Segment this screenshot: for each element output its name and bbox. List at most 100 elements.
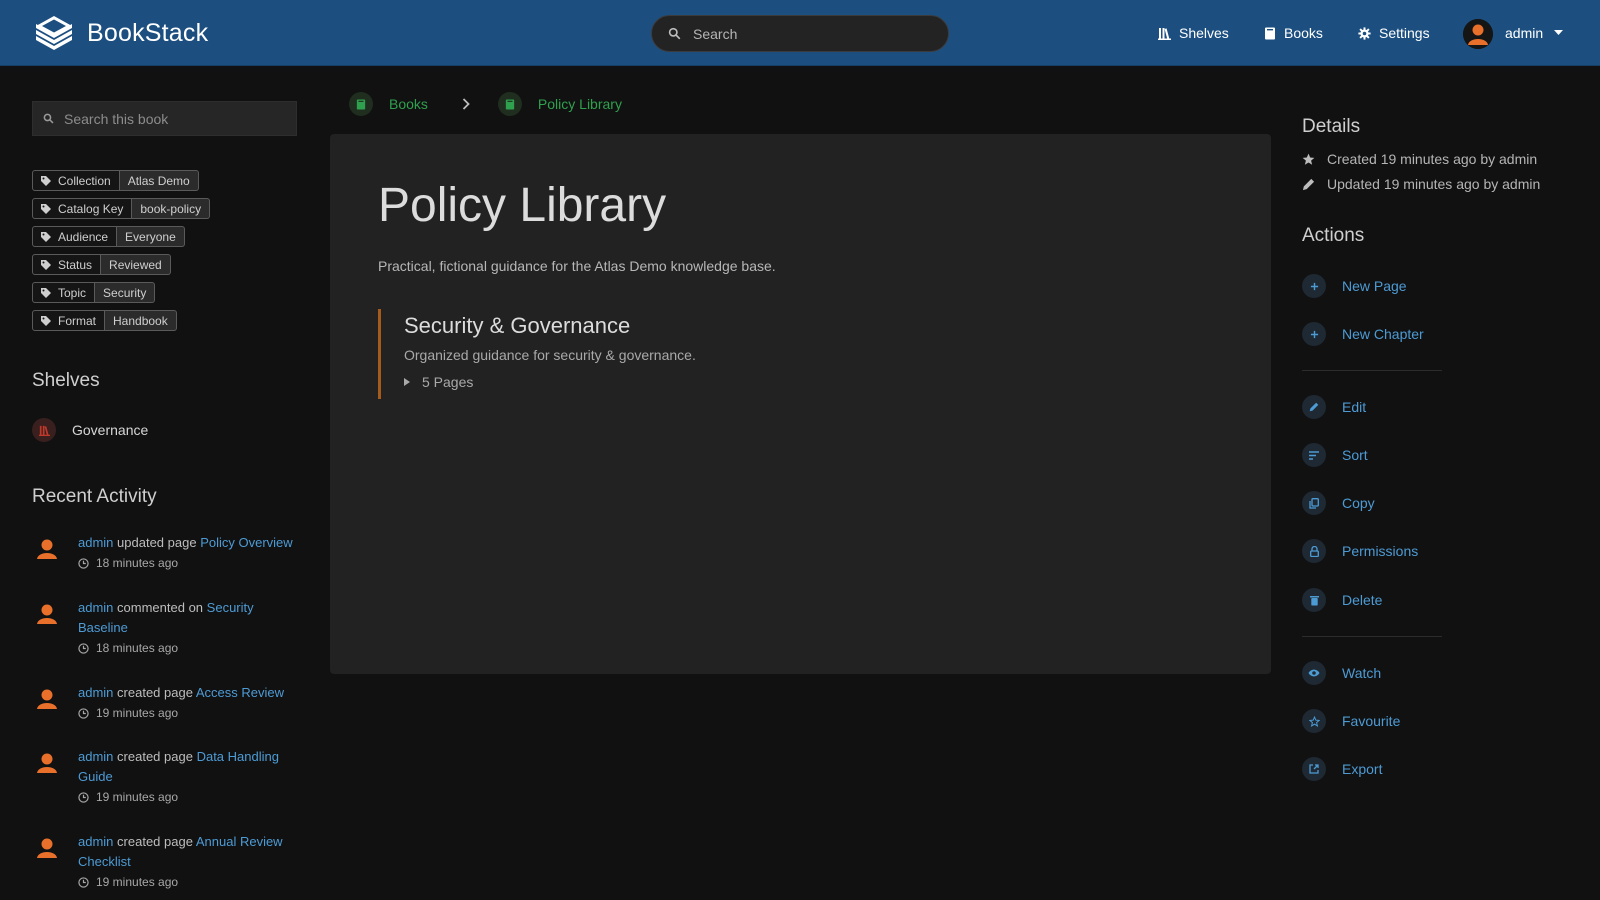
tag-name[interactable]: Audience bbox=[32, 226, 118, 247]
tag-icon bbox=[41, 231, 51, 242]
detail-created: Created 19 minutes ago by admin bbox=[1302, 151, 1537, 167]
trash-icon bbox=[1302, 588, 1326, 612]
book-content-card: Policy Library Practical, fictional guid… bbox=[330, 134, 1271, 674]
details-heading: Details bbox=[1302, 116, 1361, 137]
tag-value[interactable]: book-policy bbox=[132, 198, 211, 219]
tag-value[interactable]: Everyone bbox=[117, 226, 185, 247]
permissions-button[interactable]: Permissions bbox=[1302, 539, 1418, 563]
activity-user-link[interactable]: admin bbox=[78, 600, 113, 615]
activity-action: created page bbox=[117, 749, 193, 764]
recent-activity-heading: Recent Activity bbox=[32, 486, 157, 507]
activity-item: admin created page Data Handling Guide 1… bbox=[32, 747, 302, 807]
tag-value[interactable]: Handbook bbox=[105, 310, 177, 331]
nav-shelves[interactable]: Shelves bbox=[1158, 0, 1229, 66]
star-icon bbox=[1302, 153, 1315, 165]
sort-button[interactable]: Sort bbox=[1302, 443, 1368, 467]
tag-icon bbox=[41, 203, 51, 214]
tag-name[interactable]: Catalog Key bbox=[32, 198, 133, 219]
shelf-item-governance[interactable]: Governance bbox=[32, 418, 148, 442]
user-name[interactable]: admin bbox=[1505, 25, 1543, 41]
delete-button[interactable]: Delete bbox=[1302, 588, 1382, 612]
user-avatar-icon bbox=[37, 838, 57, 858]
watch-button[interactable]: Watch bbox=[1302, 661, 1381, 685]
export-button[interactable]: Export bbox=[1302, 757, 1382, 781]
nav-books[interactable]: Books bbox=[1264, 0, 1323, 66]
favourite-button[interactable]: Favourite bbox=[1302, 709, 1400, 733]
tag-value[interactable]: Atlas Demo bbox=[119, 170, 199, 191]
activity-item: admin commented on Security Baseline 18 … bbox=[32, 598, 302, 658]
tag-item[interactable]: Format Handbook bbox=[32, 310, 210, 331]
activity-action: created page bbox=[117, 834, 193, 849]
breadcrumb-books-label: Books bbox=[389, 96, 428, 112]
tag-item[interactable]: Status Reviewed bbox=[32, 254, 210, 275]
actions-heading: Actions bbox=[1302, 225, 1365, 246]
tag-name[interactable]: Topic bbox=[32, 282, 96, 303]
top-header: BookStack Search Shelves Books Settings … bbox=[0, 0, 1600, 66]
chapter-description: Organized guidance for security & govern… bbox=[404, 347, 696, 363]
user-avatar-icon bbox=[37, 753, 57, 773]
activity-user-link[interactable]: admin bbox=[78, 749, 113, 764]
activity-target-link[interactable]: Access Review bbox=[196, 685, 284, 700]
detail-updated: Updated 19 minutes ago by admin bbox=[1302, 176, 1540, 192]
chapter-item[interactable]: Security & Governance Organized guidance… bbox=[378, 309, 696, 399]
clock-icon bbox=[78, 642, 89, 654]
edit-icon bbox=[1302, 395, 1326, 419]
eye-icon bbox=[1302, 661, 1326, 685]
activity-time: 19 minutes ago bbox=[78, 872, 302, 892]
new-chapter-button[interactable]: New Chapter bbox=[1302, 322, 1424, 346]
edit-button[interactable]: Edit bbox=[1302, 395, 1366, 419]
book-search-input[interactable]: Search this book bbox=[32, 101, 297, 136]
nav-books-label: Books bbox=[1284, 25, 1323, 41]
tag-icon bbox=[41, 315, 51, 326]
tag-icon bbox=[41, 259, 51, 270]
tag-value[interactable]: Security bbox=[95, 282, 156, 303]
nav-settings[interactable]: Settings bbox=[1358, 0, 1430, 66]
new-page-button[interactable]: New Page bbox=[1302, 274, 1407, 298]
tag-item[interactable]: Topic Security bbox=[32, 282, 210, 303]
copy-button[interactable]: Copy bbox=[1302, 491, 1375, 515]
activity-time: 19 minutes ago bbox=[78, 703, 302, 723]
activity-action: created page bbox=[117, 685, 193, 700]
tag-item[interactable]: Catalog Key book-policy bbox=[32, 198, 211, 219]
activity-time: 18 minutes ago bbox=[78, 553, 302, 573]
activity-item: admin created page Annual Review Checkli… bbox=[32, 832, 302, 892]
tag-value[interactable]: Reviewed bbox=[101, 254, 171, 275]
sort-icon bbox=[1302, 443, 1326, 467]
breadcrumb: Books Policy Library bbox=[349, 92, 622, 116]
breadcrumb-current-label: Policy Library bbox=[537, 96, 622, 112]
activity-time: 18 minutes ago bbox=[78, 638, 302, 658]
nav-shelves-label: Shelves bbox=[1179, 25, 1229, 41]
user-avatar-icon bbox=[37, 539, 57, 559]
plus-icon bbox=[1302, 274, 1326, 298]
activity-action: updated page bbox=[117, 535, 197, 550]
tag-name[interactable]: Collection bbox=[32, 170, 120, 191]
chapter-pages-toggle[interactable]: 5 Pages bbox=[404, 374, 696, 390]
activity-user-link[interactable]: admin bbox=[78, 834, 113, 849]
tag-item[interactable]: Collection Atlas Demo bbox=[32, 170, 210, 191]
actions-divider bbox=[1302, 370, 1442, 371]
tag-item[interactable]: Audience Everyone bbox=[32, 226, 210, 247]
pencil-icon bbox=[1302, 178, 1315, 190]
global-search[interactable]: Search bbox=[651, 15, 949, 52]
activity-target-link[interactable]: Policy Overview bbox=[200, 535, 292, 550]
user-avatar-icon bbox=[37, 604, 57, 624]
tag-name[interactable]: Status bbox=[32, 254, 102, 275]
gear-icon bbox=[1358, 26, 1371, 40]
activity-user-link[interactable]: admin bbox=[78, 535, 113, 550]
tag-name[interactable]: Format bbox=[32, 310, 106, 331]
chevron-down-icon[interactable] bbox=[1554, 30, 1563, 36]
shelves-icon bbox=[1158, 27, 1171, 40]
nav-settings-label: Settings bbox=[1379, 25, 1430, 41]
activity-user-link[interactable]: admin bbox=[78, 685, 113, 700]
app-logo-link[interactable]: BookStack bbox=[33, 14, 208, 52]
user-avatar[interactable] bbox=[1463, 19, 1493, 49]
shelf-icon bbox=[32, 418, 56, 442]
breadcrumb-books[interactable]: Books bbox=[349, 92, 428, 116]
breadcrumb-current-book[interactable]: Policy Library bbox=[497, 92, 622, 116]
bookstack-logo-icon bbox=[36, 16, 72, 50]
user-avatar-icon bbox=[37, 689, 57, 709]
user-avatar-icon bbox=[1463, 19, 1493, 49]
activity-item: admin created page Access Review 19 minu… bbox=[32, 683, 302, 723]
chapter-title[interactable]: Security & Governance bbox=[404, 313, 696, 339]
book-description: Practical, fictional guidance for the At… bbox=[378, 258, 776, 274]
